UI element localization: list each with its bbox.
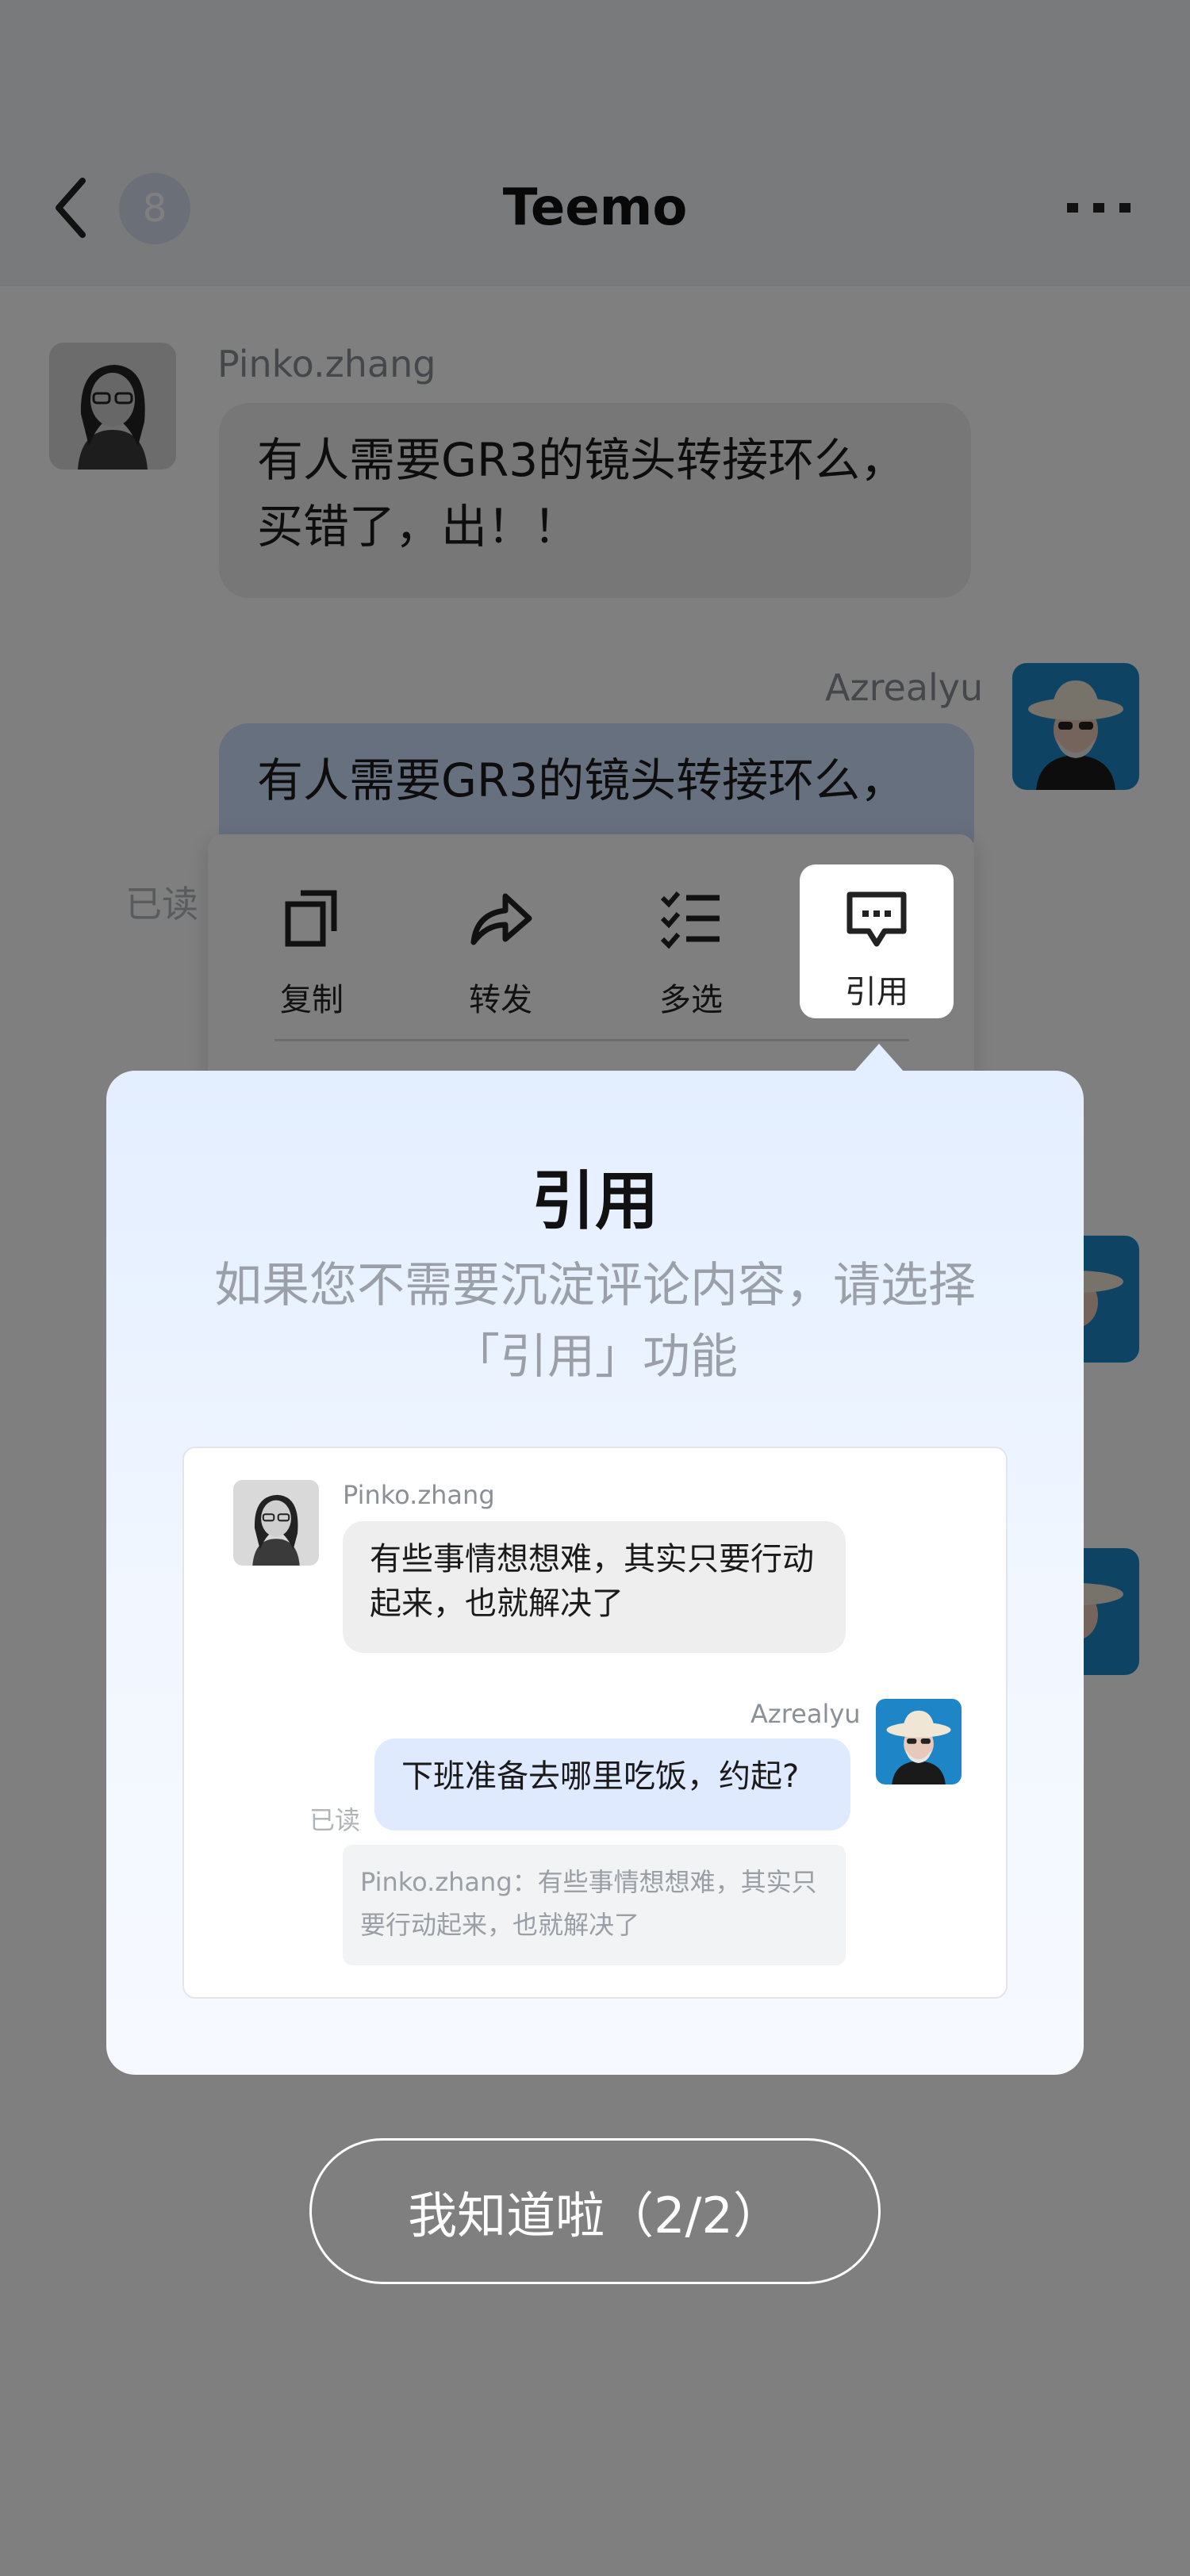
tooltip-arrow xyxy=(854,1044,904,1072)
guide-description: 如果您不需要沉淀评论内容，请选择「引用」功能 xyxy=(214,1258,976,1385)
man-avatar-icon xyxy=(876,1699,962,1784)
avatar-pinko xyxy=(233,1480,319,1566)
example-message-bubble: 下班准备去哪里吃饭，约起? xyxy=(374,1738,850,1830)
got-it-button[interactable]: 我知道啦（2/2） xyxy=(309,2138,881,2284)
menu-item-quote[interactable]: 引用 xyxy=(800,864,954,1018)
example-preview: Pinko.zhang 有些事情想想难，其实只要行动起来，也就解决了 Azrea… xyxy=(182,1447,1008,1999)
quoted-message: Pinko.zhang：有些事情想想难，其实只要行动起来，也就解决了 xyxy=(343,1845,846,1965)
sender-name: Azrealyu xyxy=(750,1699,861,1729)
quote-icon xyxy=(846,891,907,947)
sender-name: Pinko.zhang xyxy=(343,1480,495,1510)
example-message-bubble: 有些事情想想难，其实只要行动起来，也就解决了 xyxy=(343,1521,846,1653)
guide-title: 引用 xyxy=(532,1164,658,1238)
read-status: 已读 xyxy=(309,1805,361,1835)
feature-guide-card: 引用 如果您不需要沉淀评论内容，请选择「引用」功能 Pinko.zhang 有些… xyxy=(106,1071,1084,2075)
menu-label: 引用 xyxy=(845,974,908,1010)
woman-avatar-icon xyxy=(233,1480,319,1566)
avatar-azrealyu xyxy=(876,1699,962,1784)
